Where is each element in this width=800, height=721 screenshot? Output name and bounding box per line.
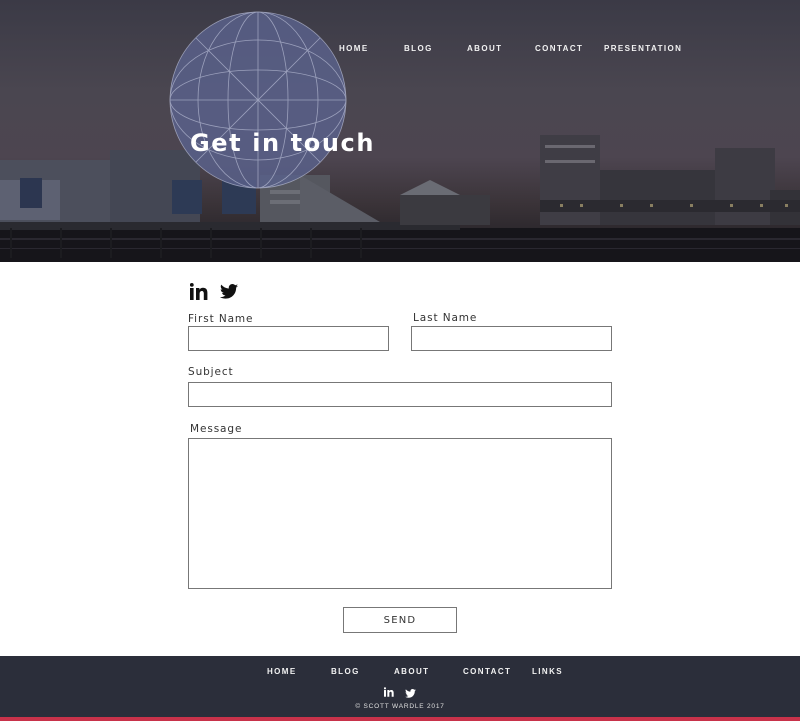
- subject-label: Subject: [188, 366, 234, 378]
- footer-twitter-icon[interactable]: [405, 685, 416, 703]
- message-label: Message: [190, 423, 243, 435]
- footer-contact-link[interactable]: CONTACT: [463, 667, 511, 676]
- footer-home-link[interactable]: HOME: [267, 667, 297, 676]
- last-name-label: Last Name: [413, 312, 478, 324]
- first-name-input[interactable]: [188, 326, 389, 351]
- twitter-icon[interactable]: [220, 284, 238, 304]
- last-name-input[interactable]: [411, 326, 612, 351]
- footer-about-link[interactable]: ABOUT: [394, 667, 429, 676]
- first-name-label: First Name: [188, 313, 254, 325]
- page-title: Get in touch: [190, 129, 376, 157]
- hero-city-image: [0, 11, 800, 262]
- footer-accent-bar: [0, 717, 800, 721]
- footer-blog-link[interactable]: BLOG: [331, 667, 360, 676]
- nav-blog-link[interactable]: BLOG: [404, 44, 433, 53]
- nav-presentation-link[interactable]: PRESENTATION: [604, 44, 682, 53]
- hero-banner: HOME BLOG ABOUT CONTACT PRESENTATION Get…: [0, 0, 800, 262]
- nav-about-link[interactable]: ABOUT: [467, 44, 502, 53]
- linkedin-icon[interactable]: [189, 283, 208, 305]
- message-textarea[interactable]: [188, 438, 612, 589]
- nav-home-link[interactable]: HOME: [339, 44, 369, 53]
- footer-linkedin-icon[interactable]: [383, 684, 394, 702]
- copyright-text: © SCOTT WARDLE 2017: [355, 703, 445, 710]
- subject-input[interactable]: [188, 382, 612, 407]
- nav-contact-link[interactable]: CONTACT: [535, 44, 583, 53]
- footer-links-link[interactable]: LINKS: [532, 667, 563, 676]
- send-button[interactable]: SEND: [343, 607, 457, 633]
- main-nav: HOME BLOG ABOUT CONTACT PRESENTATION: [0, 44, 800, 56]
- footer: HOME BLOG ABOUT CONTACT LINKS © SCOTT WA…: [0, 656, 800, 717]
